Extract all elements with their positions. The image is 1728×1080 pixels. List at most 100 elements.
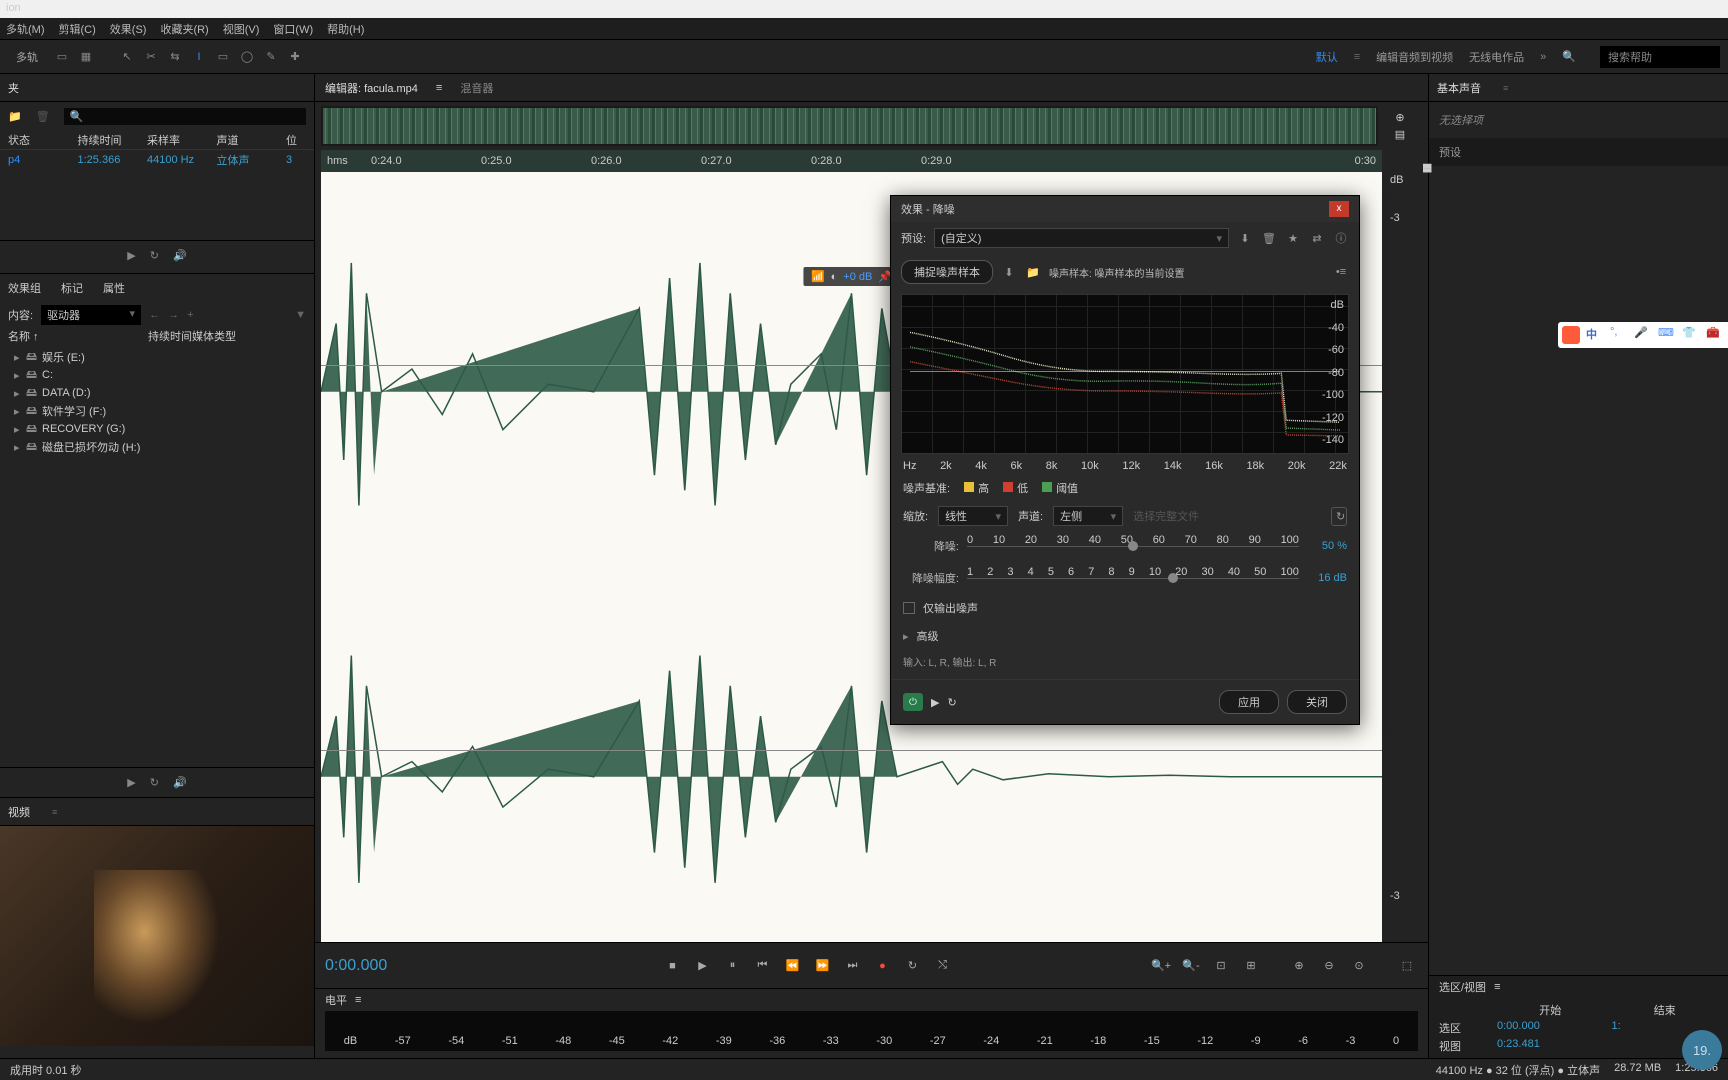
menu-multitrack[interactable]: 多轨(M) [6, 21, 45, 37]
files-search-input[interactable]: 🔍 [64, 108, 306, 125]
zoom-reset-icon[interactable]: ⊙ [1348, 955, 1370, 977]
hud-knob-icon[interactable]: ◐ [831, 271, 838, 283]
time-display[interactable]: 0:00.000 [325, 957, 465, 975]
ime-punct-icon[interactable]: °, [1610, 326, 1628, 344]
filter-icon[interactable]: ▼ [295, 309, 306, 321]
dialog-close-button[interactable]: x [1329, 201, 1349, 217]
load-noise-icon[interactable]: 📁 [1025, 266, 1041, 279]
mini-loop-icon[interactable]: ↻ [150, 249, 159, 262]
noise-reduction-slider[interactable]: 01020 304050 607080 90100 [967, 536, 1299, 556]
mini-play-icon[interactable]: ▶ [127, 249, 135, 262]
ime-toolbox-icon[interactable]: 🧰 [1706, 326, 1724, 344]
dialog-titlebar[interactable]: 效果 - 降噪 x [891, 196, 1359, 222]
drive-d[interactable]: ▸🖴DATA (D:) [0, 384, 314, 402]
tab-markers[interactable]: 标记 [61, 280, 83, 296]
drive-f[interactable]: ▸🖴软件学习 (F:) [0, 402, 314, 420]
scale-dropdown[interactable]: 线性 [938, 506, 1008, 526]
video-tab[interactable]: 视频 [8, 804, 30, 820]
next-button[interactable]: ⏭ [842, 955, 864, 977]
multitrack-mode-button[interactable]: 多轨 [8, 47, 46, 67]
drive-g[interactable]: ▸🖴RECOVERY (G:) [0, 420, 314, 438]
menu-help[interactable]: 帮助(H) [327, 21, 364, 37]
info-icon[interactable]: ⓘ [1333, 230, 1349, 246]
help-search-input[interactable]: 搜索帮助 [1600, 46, 1720, 68]
ime-lang-icon[interactable]: 中 [1586, 326, 1604, 344]
view-start-field[interactable]: 0:23.481 [1497, 1038, 1604, 1054]
zoom-sel-icon[interactable]: ⊞ [1240, 955, 1262, 977]
play-button[interactable]: ▶ [692, 955, 714, 977]
rewind-button[interactable]: ⏪ [782, 955, 804, 977]
add-icon[interactable]: + [187, 309, 193, 321]
favorite-icon[interactable]: ★ [1285, 232, 1301, 245]
drive-h[interactable]: ▸🖴磁盘已损坏勿动 (H:) [0, 438, 314, 456]
reset-graph-icon[interactable]: ↻ [1331, 507, 1347, 526]
sel-start-field[interactable]: 0:00.000 [1497, 1020, 1604, 1036]
preview-loop-icon[interactable]: ↻ [947, 696, 956, 709]
menu-view[interactable]: 视图(V) [223, 21, 260, 37]
drive-c[interactable]: ▸🖴C: [0, 366, 314, 384]
record-button[interactable]: ● [872, 955, 894, 977]
media-autoplay-icon[interactable]: 🔊 [173, 776, 187, 789]
gain-hud[interactable]: 📶 ◐ +0 dB 📌 [803, 267, 900, 286]
workspace-edit-audio[interactable]: 编辑音频到视频 [1376, 49, 1453, 65]
pin-icon[interactable]: ⬓ [1422, 161, 1432, 174]
mixer-tab[interactable]: 混音器 [460, 80, 493, 96]
mini-volume-icon[interactable]: 🔊 [173, 249, 187, 262]
time-ruler[interactable]: hms 0:24.0 0:25.0 0:26.0 0:27.0 0:28.0 0… [321, 150, 1382, 172]
waveform-icon[interactable]: ▭ [53, 48, 71, 66]
workspace-default[interactable]: 默认 [1316, 49, 1338, 65]
heal-tool-icon[interactable]: ✚ [286, 48, 304, 66]
col-duration2[interactable]: 持续时间 [148, 328, 192, 348]
move-tool-icon[interactable]: ↖ [118, 48, 136, 66]
save-noise-icon[interactable]: ⬇ [1001, 266, 1017, 279]
noise-menu-icon[interactable]: •≡ [1333, 266, 1349, 278]
layout-icon[interactable]: ▤ [1395, 128, 1405, 141]
ffwd-button[interactable]: ⏩ [812, 955, 834, 977]
zoom-out-icon[interactable]: 🔍- [1180, 955, 1202, 977]
zoom-in-v-icon[interactable]: ⊕ [1288, 955, 1310, 977]
close-button[interactable]: 关闭 [1287, 690, 1347, 714]
menu-favorites[interactable]: 收藏夹(R) [160, 21, 208, 37]
menu-effects[interactable]: 效果(S) [110, 21, 147, 37]
stop-button[interactable]: ■ [662, 955, 684, 977]
level-meter[interactable]: dB-57-54 -51-48-45 -42-39-36 -33-30-27 -… [325, 1011, 1418, 1051]
spectral-icon[interactable]: ▦ [77, 48, 95, 66]
sel-view-tab[interactable]: 选区/视图 [1439, 979, 1486, 995]
preview-play-icon[interactable]: ▶ [931, 696, 939, 709]
levels-tab[interactable]: 电平 [325, 992, 347, 1008]
delete-preset-icon[interactable]: 🗑 [1261, 232, 1277, 245]
video-preview[interactable] [0, 826, 314, 1046]
files-tab[interactable]: 夹 [8, 80, 19, 96]
time-selection-tool-icon[interactable]: I [190, 48, 208, 66]
essential-sound-tab[interactable]: 基本声音 [1437, 80, 1481, 96]
waveform-overview[interactable]: ⊕ ▤ [321, 106, 1422, 146]
ime-toolbar[interactable]: 中 °, 🎤 ⌨ 👕 🧰 [1558, 322, 1728, 348]
channel-dropdown[interactable]: 左侧 [1053, 506, 1123, 526]
zoom-out-v-icon[interactable]: ⊖ [1318, 955, 1340, 977]
route-icon[interactable]: ⇄ [1309, 232, 1325, 245]
import-icon[interactable]: 📁 [8, 110, 22, 123]
drive-e[interactable]: ▸🖴娱乐 (E:) [0, 348, 314, 366]
zoom-icon[interactable]: ⊕ [1395, 111, 1404, 124]
apply-button[interactable]: 应用 [1219, 690, 1279, 714]
capture-noise-button[interactable]: 捕捉噪声样本 [901, 260, 993, 284]
pause-button[interactable]: ⏸ [722, 955, 744, 977]
zoom-fit-icon[interactable]: ⊡ [1210, 955, 1232, 977]
back-icon[interactable]: ← [149, 309, 160, 321]
menu-window[interactable]: 窗口(W) [273, 21, 313, 37]
reduce-by-slider[interactable]: 123 456 789 102030 4050100 [967, 568, 1299, 588]
col-name[interactable]: 名称 ↑ [8, 328, 148, 348]
output-noise-checkbox[interactable] [903, 602, 915, 614]
delete-icon[interactable]: 🗑 [36, 110, 50, 123]
tab-properties[interactable]: 属性 [103, 280, 125, 296]
channel-toggle-icon[interactable]: ⬚ [1396, 955, 1418, 977]
media-loop-icon[interactable]: ↻ [150, 776, 159, 789]
workspace-more-icon[interactable]: » [1540, 51, 1546, 63]
lasso-tool-icon[interactable]: ◯ [238, 48, 256, 66]
editor-tab[interactable]: 编辑器: facula.mp4 [325, 80, 418, 96]
workspace-menu-icon[interactable]: ≡ [1354, 51, 1360, 63]
col-mediatype[interactable]: 媒体类型 [192, 328, 236, 348]
ime-mic-icon[interactable]: 🎤 [1634, 326, 1652, 344]
preset-dropdown[interactable]: (自定义) [934, 228, 1229, 248]
ime-logo-icon[interactable] [1562, 326, 1580, 344]
